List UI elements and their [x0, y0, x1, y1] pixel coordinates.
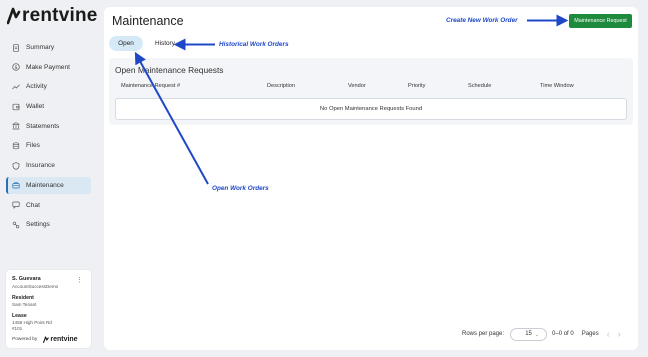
page-title: Maintenance [112, 14, 184, 28]
document-icon [12, 43, 20, 52]
maintenance-request-button[interactable]: Maintenance Request [569, 14, 632, 28]
empty-state-row: No Open Maintenance Requests Found [115, 98, 627, 120]
resident-name: Sam Tenant [12, 301, 37, 307]
sidebar-item-files[interactable]: Files [6, 137, 91, 154]
dollar-circle-icon: $ [12, 63, 20, 71]
annotation-open-work-orders: Open Work Orders [212, 185, 269, 192]
open-requests-panel: Open Maintenance Requests Maintenance Re… [109, 58, 633, 125]
sidebar-item-label: Settings [26, 221, 50, 229]
annotation-create-new-work-order: Create New Work Order [446, 17, 518, 24]
annotation-historical-work-orders: Historical Work Orders [219, 41, 289, 48]
sidebar-item-activity[interactable]: Activity [6, 78, 91, 95]
account-name: AccountSuccessDemo [12, 283, 59, 289]
sidebar-item-settings[interactable]: Settings [6, 216, 91, 233]
rentvine-logo-icon [7, 7, 21, 25]
chat-icon [12, 201, 20, 209]
column-header-vendor[interactable]: Vendor [348, 83, 366, 89]
powered-brand-name: rentvine [50, 336, 78, 343]
sidebar-item-label: Make Payment [26, 63, 70, 71]
column-header-priority[interactable]: Priority [408, 83, 425, 89]
table-header: Maintenance Request # Description Vendor… [115, 83, 627, 93]
sidebar-item-insurance[interactable]: Insurance [6, 157, 91, 174]
sidebar-item-summary[interactable]: Summary [6, 39, 91, 56]
bank-icon [12, 122, 20, 130]
sidebar-nav: Summary $ Make Payment Activity Wallet S… [6, 39, 91, 236]
toolbox-icon [12, 181, 20, 189]
brand-name: rentvine [22, 5, 98, 26]
sidebar-item-maintenance[interactable]: Maintenance [6, 176, 91, 194]
wallet-icon [12, 103, 20, 111]
rows-per-page-label: Rows per page: [462, 331, 505, 337]
resident-label: Resident [12, 294, 34, 301]
sidebar-item-label: Statements [26, 122, 60, 130]
column-header-schedule[interactable]: Schedule [468, 83, 491, 89]
files-icon [12, 142, 20, 150]
column-header-time-window[interactable]: Time Window [540, 83, 574, 89]
settings-icon [12, 221, 20, 229]
rows-per-page-value: 15 [525, 331, 532, 337]
sidebar-item-label: Files [26, 142, 40, 150]
sidebar-item-wallet[interactable]: Wallet [6, 98, 91, 115]
rentvine-mini-logo-icon [43, 336, 50, 343]
column-header-description[interactable]: Description [267, 83, 295, 89]
sidebar-item-label: Wallet [26, 103, 45, 111]
previous-page-icon[interactable]: ‹ [607, 329, 610, 339]
powered-by-label: Powered by [12, 337, 38, 342]
column-header-request-number[interactable]: Maintenance Request # [121, 83, 180, 89]
rentvine-logo[interactable]: rentvine [7, 5, 98, 26]
tab-history[interactable]: History [146, 36, 184, 51]
tabs: Open History [109, 36, 184, 51]
sidebar-item-label: Activity [26, 83, 47, 91]
lease-label: Lease [12, 312, 27, 319]
tab-open[interactable]: Open [109, 36, 143, 51]
more-options-icon[interactable]: ⋮ [76, 276, 83, 284]
svg-text:$: $ [14, 65, 17, 71]
user-name: S. Guevara [12, 276, 41, 282]
panel-title: Open Maintenance Requests [115, 65, 224, 75]
main-content: Maintenance Maintenance Request Open His… [104, 7, 638, 350]
lease-unit: #101 [12, 325, 23, 331]
sidebar-item-chat[interactable]: Chat [6, 197, 91, 214]
sidebar-item-label: Insurance [26, 162, 55, 170]
powered-by: Powered by rentvine [12, 336, 78, 343]
next-page-icon[interactable]: › [618, 329, 621, 339]
pagination-range: 0–0 of 0 [552, 331, 574, 337]
sidebar: rentvine Summary $ Make Payment Activity… [0, 0, 100, 357]
sidebar-item-label: Maintenance [26, 181, 64, 189]
powered-brand-logo: rentvine [43, 336, 78, 343]
user-card: ⋮ S. Guevara AccountSuccessDemo Resident… [6, 270, 91, 348]
lease-address: 1458 High Point Rd [12, 319, 52, 325]
sidebar-item-make-payment[interactable]: $ Make Payment [6, 59, 91, 76]
pages-label: Pages [581, 331, 599, 337]
rows-per-page-select[interactable]: 15 ⌄ [510, 327, 548, 341]
sidebar-item-label: Chat [26, 201, 40, 209]
sidebar-item-statements[interactable]: Statements [6, 118, 91, 135]
shield-icon [12, 161, 20, 170]
pagination: Rows per page: 15 ⌄ 0–0 of 0 Pages ‹ › [462, 326, 621, 342]
activity-line-icon [12, 83, 20, 91]
chevron-down-icon: ⌄ [534, 331, 540, 338]
sidebar-item-label: Summary [26, 44, 55, 51]
